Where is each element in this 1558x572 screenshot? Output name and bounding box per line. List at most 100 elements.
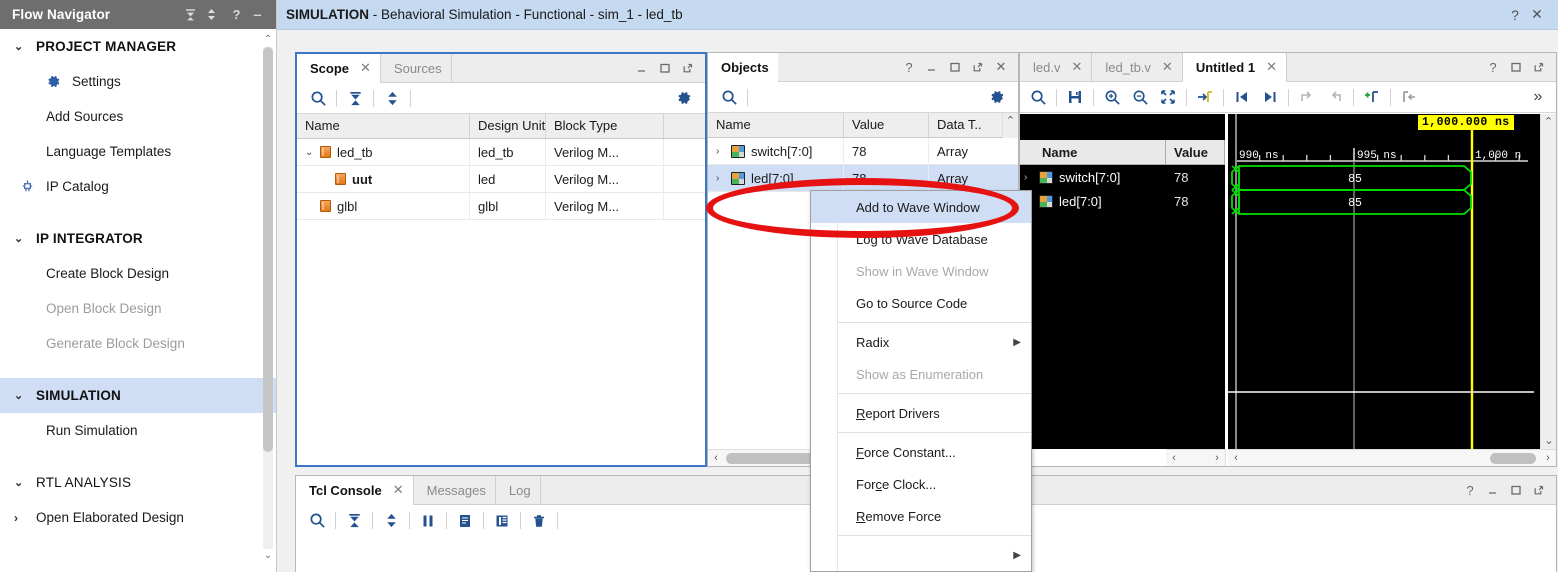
- sidebar-item-language-templates[interactable]: Language Templates: [0, 134, 276, 169]
- search-input[interactable]: [752, 87, 983, 107]
- float-icon[interactable]: [968, 57, 988, 77]
- column-header-name[interactable]: Name: [708, 113, 844, 137]
- expand-icon[interactable]: [377, 509, 405, 533]
- tab-led-tb-v[interactable]: led_tb.v ✕: [1091, 53, 1181, 81]
- sidebar-item-run-simulation[interactable]: Run Simulation: [0, 413, 276, 448]
- scroll-left-arrow-icon[interactable]: ‹: [1166, 452, 1182, 464]
- search-icon[interactable]: [1024, 85, 1052, 109]
- wave-plot-hscrollbar[interactable]: ‹ ›: [1228, 449, 1556, 466]
- scroll-up-arrow-icon[interactable]: ⌃: [1541, 114, 1556, 130]
- scrollbar-track[interactable]: [1244, 453, 1540, 464]
- column-header-name[interactable]: Name: [1020, 140, 1166, 165]
- close-icon[interactable]: ✕: [1266, 59, 1277, 75]
- help-icon[interactable]: ?: [1504, 7, 1526, 23]
- minimize-icon[interactable]: [632, 58, 652, 78]
- maximize-icon[interactable]: [1506, 480, 1526, 500]
- close-icon[interactable]: ✕: [1526, 6, 1548, 23]
- table-row[interactable]: ⌄ led_tb led_tb Verilog M...: [297, 139, 705, 166]
- save-icon[interactable]: [1061, 85, 1089, 109]
- scroll-up-arrow-icon[interactable]: ⌃: [262, 33, 274, 47]
- chevron-right-icon[interactable]: ›: [716, 173, 731, 184]
- menu-item-log-to-wave-database[interactable]: Log to Wave Database: [811, 223, 1031, 255]
- maximize-icon[interactable]: [945, 57, 965, 77]
- search-icon[interactable]: [715, 85, 743, 109]
- scrollbar-thumb[interactable]: [1490, 453, 1536, 464]
- tab-led-v[interactable]: led.v ✕: [1020, 53, 1091, 81]
- zoom-fit-icon[interactable]: [1154, 85, 1182, 109]
- minimize-icon[interactable]: ‒: [247, 7, 268, 22]
- next-transition-icon[interactable]: [1256, 85, 1284, 109]
- sidebar-section-project-manager[interactable]: ⌄ PROJECT MANAGER: [0, 29, 276, 64]
- sidebar-item-create-block-design[interactable]: Create Block Design: [0, 256, 276, 291]
- chevron-down-icon[interactable]: ⌄: [305, 147, 320, 158]
- wave-signal-row[interactable]: › led[7:0]: [1020, 189, 1166, 213]
- close-icon[interactable]: ✕: [991, 57, 1011, 77]
- minimize-icon[interactable]: [1483, 480, 1503, 500]
- close-icon[interactable]: ✕: [1071, 59, 1082, 75]
- clear-icon[interactable]: [525, 509, 553, 533]
- float-icon[interactable]: [678, 58, 698, 78]
- help-icon[interactable]: ?: [1483, 57, 1503, 77]
- column-header-block-type[interactable]: Block Type: [546, 114, 664, 138]
- settings-gear-icon[interactable]: [983, 85, 1011, 109]
- pause-icon[interactable]: [414, 509, 442, 533]
- collapse-icon[interactable]: [340, 509, 368, 533]
- chevron-right-icon[interactable]: ›: [716, 146, 731, 157]
- sidebar-section-simulation[interactable]: ⌄ SIMULATION: [0, 378, 276, 413]
- column-header-design-unit[interactable]: Design Unit: [470, 114, 546, 138]
- menu-item-force-clock[interactable]: Force Clock...: [811, 468, 1031, 500]
- collapse-all-icon[interactable]: [341, 86, 369, 110]
- expand-all-icon[interactable]: [378, 86, 406, 110]
- sidebar-item-settings[interactable]: Settings: [0, 64, 276, 99]
- column-header-data-type[interactable]: Data T..: [929, 113, 1002, 137]
- help-icon[interactable]: ?: [1460, 480, 1480, 500]
- tab-untitled-1[interactable]: Untitled 1 ✕: [1182, 53, 1286, 82]
- add-marker-before-icon[interactable]: [1293, 85, 1321, 109]
- tab-scope[interactable]: Scope ✕: [297, 54, 380, 83]
- help-icon[interactable]: ?: [226, 7, 247, 22]
- collapse-all-icon[interactable]: [184, 8, 205, 21]
- sidebar-item-ip-catalog[interactable]: IP Catalog: [0, 169, 276, 204]
- scroll-left-arrow-icon[interactable]: ‹: [708, 452, 724, 464]
- wrap-icon[interactable]: [488, 509, 516, 533]
- column-header-value[interactable]: Value: [1166, 140, 1225, 165]
- scroll-up-arrow-icon[interactable]: ⌃: [1003, 113, 1018, 129]
- settings-gear-icon[interactable]: [670, 86, 698, 110]
- menu-item-remove-force[interactable]: Remove Force: [811, 500, 1031, 532]
- tab-messages[interactable]: Messages: [413, 476, 495, 504]
- close-icon[interactable]: ✕: [360, 60, 371, 76]
- minimize-icon[interactable]: [922, 57, 942, 77]
- sidebar-section-rtl-analysis[interactable]: ⌄ RTL ANALYSIS: [0, 465, 276, 500]
- column-header-value[interactable]: Value: [844, 113, 929, 137]
- go-to-marker-icon[interactable]: [1395, 85, 1423, 109]
- menu-item-add-to-wave-window[interactable]: Add to Wave Window: [811, 191, 1031, 223]
- more-icon[interactable]: »: [1524, 85, 1552, 109]
- tab-sources[interactable]: Sources: [380, 54, 451, 82]
- wave-name-hscrollbar[interactable]: ‹ ›: [1166, 449, 1226, 466]
- menu-item-radix[interactable]: Radix ▶: [811, 326, 1031, 358]
- maximize-icon[interactable]: [1506, 57, 1526, 77]
- column-header-name[interactable]: Name: [297, 114, 470, 138]
- table-row[interactable]: glbl glbl Verilog M...: [297, 193, 705, 220]
- wave-plot[interactable]: 1,000.000 ns: [1228, 114, 1540, 449]
- table-row[interactable]: › led[7:0] 78 Array: [708, 165, 1018, 192]
- table-row[interactable]: › switch[7:0] 78 Array: [708, 138, 1018, 165]
- menu-item-go-to-source-code[interactable]: Go to Source Code: [811, 287, 1031, 319]
- scroll-down-arrow-icon[interactable]: ⌄: [1541, 433, 1557, 449]
- scroll-right-arrow-icon[interactable]: ›: [1209, 452, 1225, 464]
- tab-tcl-console[interactable]: Tcl Console ✕: [296, 476, 413, 505]
- scroll-left-arrow-icon[interactable]: ‹: [1228, 452, 1244, 464]
- zoom-out-icon[interactable]: [1126, 85, 1154, 109]
- zoom-in-icon[interactable]: [1098, 85, 1126, 109]
- tab-objects[interactable]: Objects: [708, 53, 778, 82]
- add-marker-after-icon[interactable]: [1321, 85, 1349, 109]
- scrollbar-thumb[interactable]: [263, 47, 273, 452]
- sidebar-section-ip-integrator[interactable]: ⌄ IP INTEGRATOR: [0, 221, 276, 256]
- maximize-icon[interactable]: [655, 58, 675, 78]
- sidebar-item-open-block-design[interactable]: Open Block Design: [0, 291, 276, 326]
- close-icon[interactable]: ✕: [393, 482, 404, 498]
- previous-transition-icon[interactable]: [1228, 85, 1256, 109]
- scroll-right-arrow-icon[interactable]: ›: [1540, 452, 1556, 464]
- menu-item-report-drivers[interactable]: Report Drivers: [811, 397, 1031, 429]
- menu-item-default-radix[interactable]: ▶: [811, 539, 1031, 571]
